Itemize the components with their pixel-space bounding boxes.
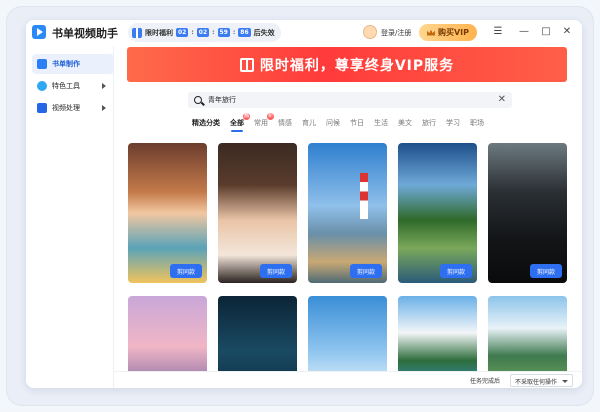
timer-minutes: 02: [196, 28, 210, 37]
tab-study[interactable]: 学习: [446, 118, 460, 128]
tools-icon: [37, 81, 47, 91]
tab-festival[interactable]: 节日: [350, 118, 364, 128]
banner-text: 限时福利，尊享终身VIP服务: [259, 57, 455, 74]
hot-badge: 热: [243, 113, 250, 120]
promo-timer[interactable]: 限时福利 02 : 02 : 59 : 86 后失效: [128, 23, 281, 42]
timer-sep: :: [232, 29, 236, 36]
sidebar-item-label: 特色工具: [52, 82, 80, 90]
new-badge: 新: [267, 113, 274, 120]
tab-life[interactable]: 生活: [374, 118, 388, 128]
timer-seconds: 59: [217, 28, 230, 37]
search-icon: [194, 96, 202, 104]
timer-sep: :: [212, 29, 215, 36]
maximize-button[interactable]: □: [540, 26, 552, 38]
crown-icon: [426, 29, 435, 36]
tab-label: 全部: [230, 119, 244, 127]
lighthouse-shape: [360, 173, 368, 219]
sidebar-item-book-list[interactable]: 书单制作: [32, 54, 114, 74]
sidebar-item-tools[interactable]: 特色工具: [32, 76, 114, 96]
category-tabs: 精选分类 全部热 常用新 情感 育儿 问候 节日 生活 美文 旅行 学习 职场: [192, 113, 494, 132]
sidebar-item-video[interactable]: 视频处理: [32, 98, 114, 118]
minimize-button[interactable]: —: [518, 26, 530, 38]
sidebar-item-label: 书单制作: [52, 60, 80, 68]
menu-icon[interactable]: ☰: [492, 26, 504, 38]
timer-sep: :: [191, 29, 194, 36]
after-task-select[interactable]: 不采取任何操作: [510, 374, 573, 387]
buy-vip-button[interactable]: 购买VIP: [419, 24, 477, 41]
after-task-label: 任务完成后: [470, 378, 501, 385]
timer-suffix: 后失效: [253, 28, 275, 37]
use-template-button[interactable]: 剪同款: [260, 264, 292, 278]
tab-travel[interactable]: 旅行: [422, 118, 436, 128]
tab-label: 常用: [254, 119, 268, 127]
app-title: 书单视频助手: [52, 27, 118, 40]
app-window: 书单视频助手 限时福利 02 : 02 : 59 : 86 后失效 登录/注册 …: [26, 20, 582, 388]
tab-parenting[interactable]: 育儿: [302, 118, 316, 128]
search-input[interactable]: [208, 96, 488, 104]
edit-icon: [37, 59, 47, 69]
template-grid: 剪同款 剪同款 剪同款 剪同款 剪同款: [128, 143, 568, 388]
template-card-athlete[interactable]: 剪同款: [488, 143, 567, 283]
app-logo-icon: [32, 25, 46, 39]
tab-essay[interactable]: 美文: [398, 118, 412, 128]
close-button[interactable]: ✕: [561, 26, 573, 38]
template-card-lighthouse[interactable]: 剪同款: [308, 143, 387, 283]
gift-icon: [132, 27, 142, 38]
use-template-button[interactable]: 剪同款: [530, 264, 562, 278]
timer-ms: 86: [238, 28, 251, 37]
clear-icon[interactable]: ✕: [498, 94, 506, 106]
title-bar: 书单视频助手 限时福利 02 : 02 : 59 : 86 后失效 登录/注册 …: [26, 20, 582, 46]
tab-workplace[interactable]: 职场: [470, 118, 484, 128]
template-card-forest[interactable]: 剪同款: [398, 143, 477, 283]
timer-hours: 02: [176, 28, 189, 37]
promo-banner[interactable]: 限时福利，尊享终身VIP服务: [127, 47, 567, 82]
gift-icon: [239, 57, 254, 72]
tab-greeting[interactable]: 问候: [326, 118, 340, 128]
use-template-button[interactable]: 剪同款: [440, 264, 472, 278]
status-bar: 任务完成后 不采取任何操作: [114, 371, 582, 388]
sidebar-item-label: 视频处理: [52, 104, 80, 112]
video-icon: [37, 103, 47, 113]
template-card-portrait[interactable]: 剪同款: [218, 143, 297, 283]
buy-vip-label: 购买VIP: [437, 28, 470, 37]
login-link[interactable]: 登录/注册: [381, 28, 411, 38]
use-template-button[interactable]: 剪同款: [170, 264, 202, 278]
category-heading: 精选分类: [192, 119, 220, 127]
sidebar: 书单制作 特色工具 视频处理: [26, 46, 114, 388]
avatar[interactable]: [363, 25, 377, 39]
tab-common[interactable]: 常用新: [254, 113, 274, 128]
template-card-girl[interactable]: 剪同款: [128, 143, 207, 283]
promo-label: 限时福利: [145, 28, 173, 37]
chevron-right-icon: [102, 83, 106, 89]
chevron-right-icon: [102, 105, 106, 111]
tab-emotion[interactable]: 情感: [278, 118, 292, 128]
tab-all[interactable]: 全部热: [230, 113, 250, 132]
search-bar: ✕: [188, 92, 512, 108]
use-template-button[interactable]: 剪同款: [350, 264, 382, 278]
